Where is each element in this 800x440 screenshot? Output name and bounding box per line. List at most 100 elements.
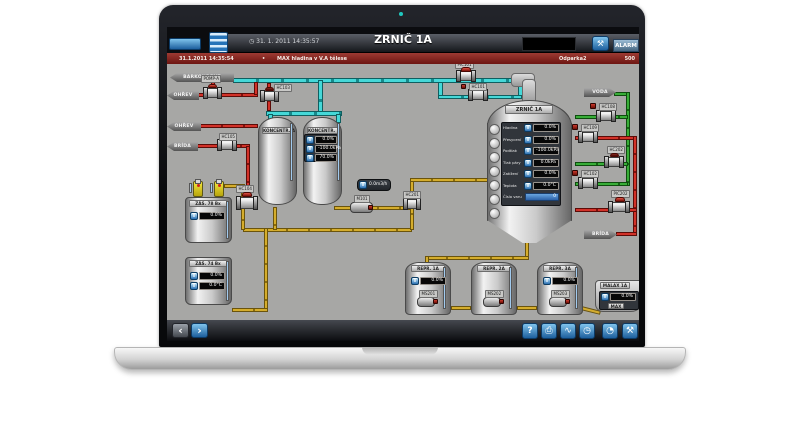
vessel-porthole bbox=[489, 124, 500, 135]
trend-button[interactable]: T bbox=[524, 170, 532, 178]
vessel-param-label: Tlak páry bbox=[503, 159, 521, 167]
pipe-repr-link1 bbox=[451, 306, 471, 310]
valve-hc104[interactable] bbox=[238, 197, 256, 209]
valve-cap-hc104 bbox=[242, 192, 252, 197]
trend-button[interactable]: T bbox=[306, 136, 314, 144]
tank-repr3-sightglass bbox=[575, 267, 578, 309]
valve-pic101[interactable] bbox=[458, 71, 474, 81]
webcam bbox=[399, 12, 403, 16]
print-button[interactable]: ⎙ bbox=[541, 323, 557, 339]
trend-button[interactable]: T bbox=[524, 124, 532, 132]
vessel-param-label: Teplota bbox=[503, 182, 517, 190]
vessel-porthole bbox=[489, 152, 500, 163]
header-bar: ◷ 31. 1. 2011 14:35:57 ZRNIČ 1A ⚒ ALARM bbox=[167, 27, 639, 53]
valve-hc202[interactable] bbox=[606, 157, 622, 167]
report-button[interactable]: ? bbox=[522, 323, 538, 339]
gauge-button[interactable]: ◔ bbox=[602, 323, 618, 339]
service-button[interactable]: ⚒ bbox=[622, 323, 638, 339]
valve-pompa[interactable] bbox=[205, 88, 220, 98]
valve-cap-pic101 bbox=[461, 67, 471, 72]
valve-hc101[interactable] bbox=[470, 90, 486, 100]
trend-button[interactable]: T bbox=[524, 147, 532, 155]
valve-hc108[interactable] bbox=[598, 111, 614, 121]
valve-hc201[interactable] bbox=[405, 199, 419, 209]
tank-koncentr-b-plate: KONCENTR. B bbox=[307, 127, 338, 134]
valve-tag-pompa: POMP-A bbox=[201, 75, 221, 83]
report-icon: ? bbox=[527, 326, 532, 336]
zas1-level: 0.0% bbox=[199, 212, 225, 220]
trend-button[interactable]: T bbox=[359, 181, 367, 189]
valve-pic202[interactable] bbox=[610, 202, 628, 212]
pipe-ohrev-riser bbox=[254, 82, 258, 95]
valve-cap-hc103 bbox=[265, 87, 274, 91]
flow-meter-value: 0.0m3/h bbox=[369, 181, 387, 189]
trends-button[interactable]: ∿ bbox=[560, 323, 576, 339]
valve-status-hc109 bbox=[572, 124, 578, 130]
vessel-param-value: 0.0% bbox=[533, 170, 559, 178]
tank-repr2-plate: REPR. 2A bbox=[477, 265, 511, 272]
trend-button[interactable]: T bbox=[524, 182, 532, 190]
level-probe-2[interactable] bbox=[214, 181, 224, 197]
malax-max-button[interactable]: MAX bbox=[608, 303, 624, 309]
nav-forward-button[interactable]: › bbox=[191, 323, 208, 338]
repr3-level: 0.0% bbox=[552, 277, 578, 285]
valve-tag-hc109: HC109 bbox=[581, 124, 599, 132]
koncentr-b-value-2: -100.0kPa bbox=[315, 145, 337, 153]
valve-hc103[interactable] bbox=[262, 91, 277, 101]
scada-screen: BARKONDENZ OHŘEV OHŘEV BRÍDA VODA BRÍDA … bbox=[167, 27, 639, 341]
valve-tag-hc101: HC101 bbox=[469, 83, 487, 91]
vessel-param-value: 0.0°C bbox=[533, 182, 559, 190]
tank-koncentr-a-plate: KONCENTR. A bbox=[262, 127, 293, 134]
alarm-history-button[interactable]: ◷ bbox=[579, 323, 595, 339]
unit-malax-plate: MALAX 1A bbox=[600, 282, 630, 289]
valve-hc109[interactable] bbox=[580, 132, 596, 142]
pipe-repr-link2 bbox=[517, 306, 537, 310]
trend-button[interactable]: T bbox=[601, 293, 609, 301]
malax-level: 0.0% bbox=[610, 293, 636, 301]
trend-chart-icon: ∿ bbox=[564, 326, 572, 336]
vessel-batch-number[interactable]: 0 bbox=[525, 193, 559, 201]
valve-hc105[interactable] bbox=[219, 140, 235, 150]
vessel-porthole bbox=[489, 138, 500, 149]
alarm-line[interactable]: 31.1.2011 14:35:54 • MAX hladina v V.A t… bbox=[167, 53, 639, 64]
label-brida-left: BRÍDA bbox=[167, 142, 198, 151]
trend-button[interactable]: T bbox=[306, 145, 314, 153]
alarm-button[interactable]: ALARM bbox=[613, 39, 639, 52]
pipe-brida-right bbox=[616, 232, 637, 236]
valve-hc102[interactable] bbox=[580, 178, 596, 188]
trend-button[interactable]: T bbox=[190, 212, 198, 220]
pump-tag-ms201: MS201 bbox=[419, 290, 438, 298]
trend-button[interactable]: T bbox=[411, 277, 419, 285]
pump-tag-ms203: MS203 bbox=[551, 290, 570, 298]
label-brida-right: BRÍDA bbox=[584, 230, 617, 239]
printer-icon: ⎙ bbox=[545, 326, 552, 336]
trend-button[interactable]: T bbox=[543, 277, 551, 285]
nav-back-button[interactable]: ‹ bbox=[172, 323, 189, 338]
trend-button[interactable]: T bbox=[190, 272, 198, 280]
level-probe-1[interactable] bbox=[193, 181, 203, 197]
tank-zas2-plate: ZÁS. 74 Bx bbox=[189, 260, 227, 267]
valve-tag-hc103: HC103 bbox=[274, 84, 292, 92]
tank-zas1-plate: ZÁS. 78 Bx bbox=[189, 200, 227, 207]
vessel-cone bbox=[487, 220, 572, 243]
pipe-cyan-drop bbox=[318, 80, 323, 113]
valve-tag-hc102: HC102 bbox=[581, 170, 599, 178]
wrench-button[interactable]: ⚒ bbox=[592, 36, 609, 51]
pump-ms203-status bbox=[565, 299, 570, 304]
vessel-porthole bbox=[489, 194, 500, 205]
tank-repr1-plate: REPR. 1A bbox=[411, 265, 445, 272]
vessel-param-label: Podtlak bbox=[503, 147, 517, 155]
vessel-porthole bbox=[489, 208, 500, 219]
trend-button[interactable]: T bbox=[306, 154, 314, 162]
pump-m101-status bbox=[368, 205, 373, 210]
vessel-param-label: Zatížení bbox=[503, 170, 518, 178]
valve-tag-hc108: HC108 bbox=[599, 103, 617, 111]
trend-button[interactable]: T bbox=[190, 282, 198, 290]
pipe-red-right-riser bbox=[633, 136, 637, 236]
label-ohrev-mid: OHŘEV bbox=[167, 122, 201, 131]
vessel-param-label: Přesycení bbox=[503, 136, 521, 144]
trend-button[interactable]: T bbox=[524, 136, 532, 144]
probe-scale-2 bbox=[210, 183, 213, 193]
trend-button[interactable]: T bbox=[524, 159, 532, 167]
valve-status-hc108 bbox=[590, 103, 596, 109]
